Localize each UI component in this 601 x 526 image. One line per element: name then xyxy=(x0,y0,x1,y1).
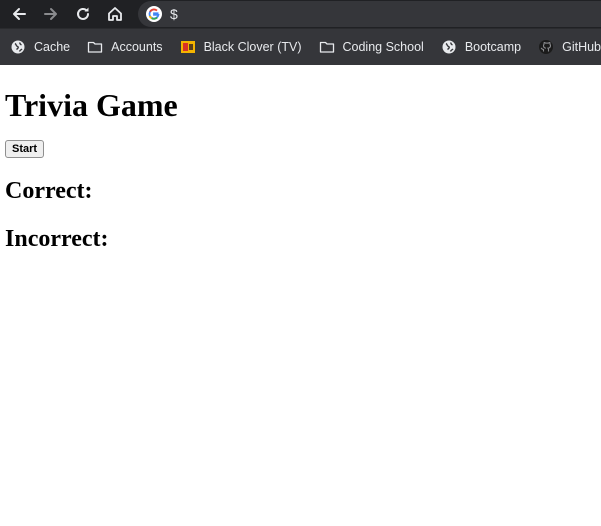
home-button[interactable] xyxy=(104,3,126,25)
bookmark-label: Accounts xyxy=(111,40,163,54)
bookmark-label: Coding School xyxy=(342,40,424,54)
reload-icon xyxy=(77,7,89,20)
back-arrow-icon xyxy=(13,8,26,20)
address-bar[interactable]: $ xyxy=(138,1,601,27)
bookmark-label: Cache xyxy=(34,40,71,54)
url-text[interactable]: $ xyxy=(170,6,178,22)
folder-icon xyxy=(87,41,103,53)
globe-icon xyxy=(11,40,25,54)
incorrect-label: Incorrect: xyxy=(5,226,109,252)
browser-toolbar: $ xyxy=(0,0,601,28)
github-icon xyxy=(539,40,554,54)
bookmark-bootcamp[interactable]: Bootcamp xyxy=(441,39,521,55)
forward-button[interactable] xyxy=(40,3,62,25)
globe-icon xyxy=(442,40,456,54)
bookmark-github[interactable]: GitHub xyxy=(538,39,601,55)
start-button[interactable]: Start xyxy=(5,140,45,158)
bookmark-accounts[interactable]: Accounts xyxy=(87,39,163,55)
bookmark-coding-school[interactable]: Coding School xyxy=(319,39,424,55)
bookmark-label: Bootcamp xyxy=(464,40,522,54)
bookmark-label: Black Clover (TV) xyxy=(203,40,302,54)
page-title: Trivia Game xyxy=(5,87,178,123)
google-icon xyxy=(146,6,162,22)
reload-button[interactable] xyxy=(72,3,94,25)
anime-site-icon xyxy=(180,41,195,53)
bookmark-black-clover[interactable]: Black Clover (TV) xyxy=(180,39,302,55)
page-content: Trivia Game Start Correct: Incorrect: xyxy=(0,87,601,254)
bookmark-label: GitHub xyxy=(562,40,601,54)
correct-label: Correct: xyxy=(5,178,93,204)
bookmarks-bar: Cache Accounts Black Clover (TV) Coding … xyxy=(0,28,601,65)
bookmark-cache[interactable]: Cache xyxy=(10,39,70,55)
omnibox[interactable]: $ xyxy=(138,0,601,28)
folder-icon xyxy=(319,41,334,53)
back-button[interactable] xyxy=(8,3,30,25)
forward-arrow-icon xyxy=(44,8,57,20)
home-icon xyxy=(108,7,122,21)
